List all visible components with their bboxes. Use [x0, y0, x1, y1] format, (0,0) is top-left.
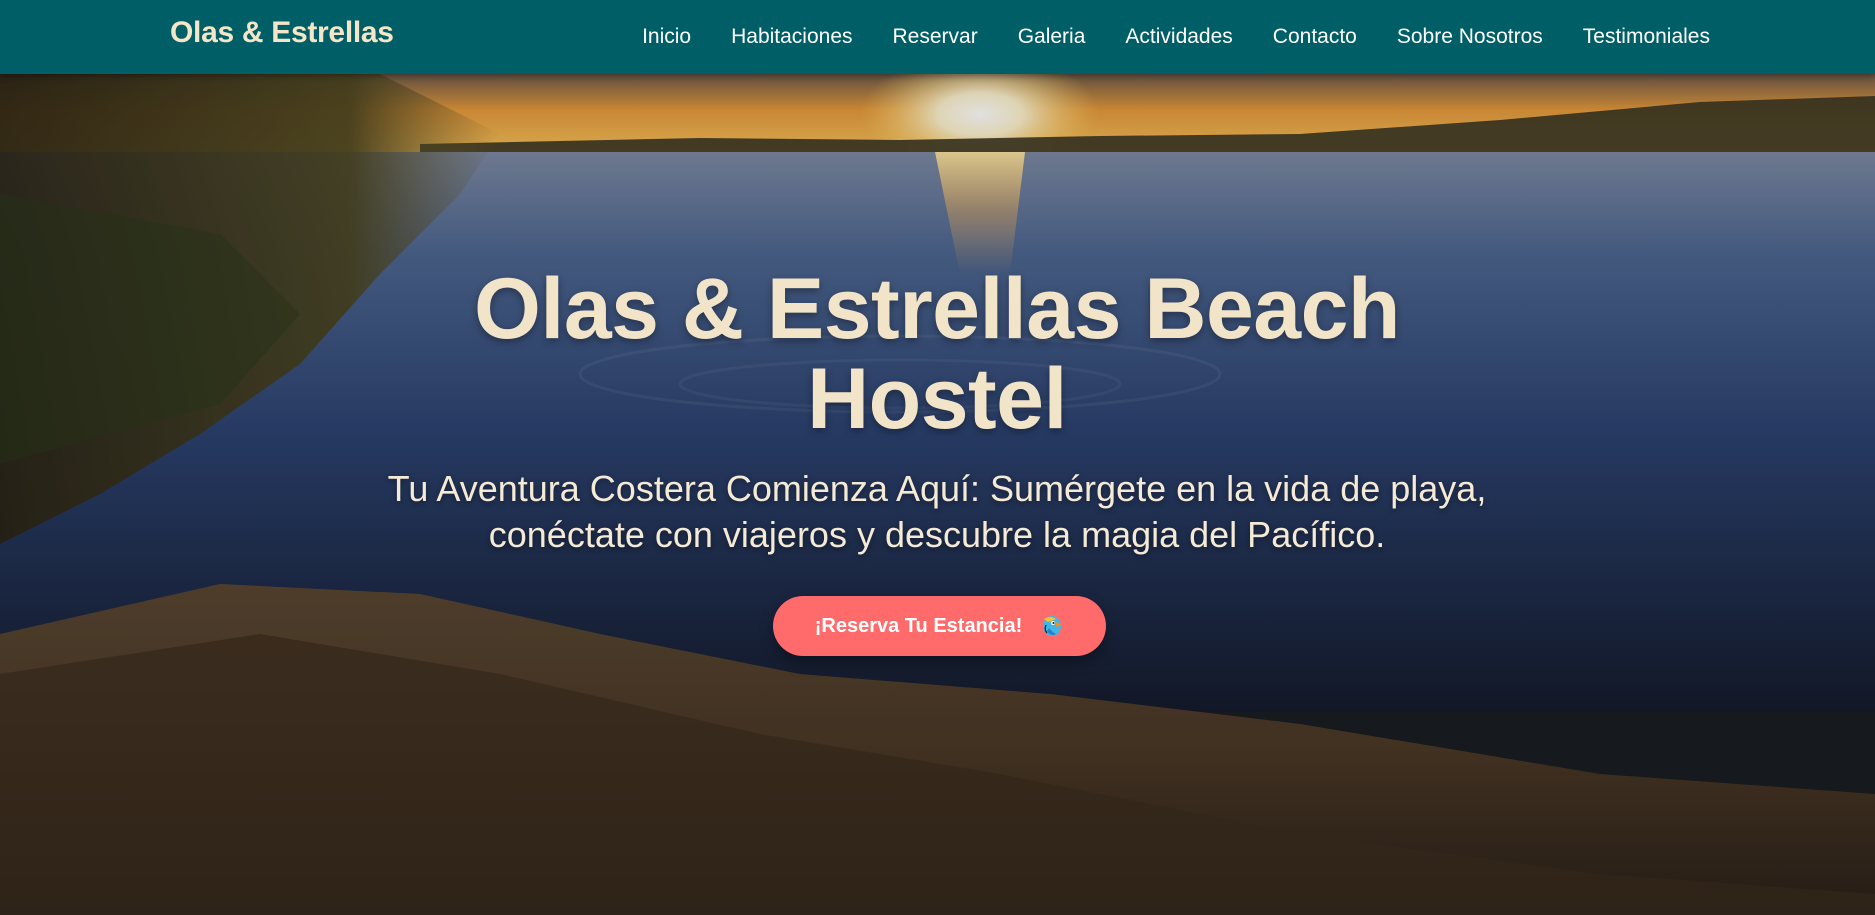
nav-item-contacto: Contacto	[1273, 25, 1357, 49]
nav-item-actividades: Actividades	[1125, 25, 1232, 49]
hero-subtitle: Tu Aventura Costera Comienza Aquí: Sumér…	[387, 468, 1487, 555]
nav-item-habitaciones: Habitaciones	[731, 25, 852, 49]
nav-item-sobre-nosotros: Sobre Nosotros	[1397, 25, 1543, 49]
nav-menu: Inicio Habitaciones Reservar Galeria Act…	[642, 0, 1710, 74]
nav-link-galeria[interactable]: Galeria	[1018, 25, 1086, 48]
nav-link-testimoniales[interactable]: Testimoniales	[1583, 25, 1710, 48]
nav-link-actividades[interactable]: Actividades	[1125, 25, 1232, 48]
nav-item-galeria: Galeria	[1018, 25, 1086, 49]
nav-link-reservar[interactable]: Reservar	[893, 25, 978, 48]
nav-item-testimoniales: Testimoniales	[1583, 25, 1710, 49]
hero-title: Olas & Estrellas Beach Hostel	[474, 261, 1400, 447]
brand-logo-link[interactable]: Olas & Estrellas	[170, 16, 394, 50]
nav-link-inicio[interactable]: Inicio	[642, 25, 691, 48]
nav-link-habitaciones[interactable]: Habitaciones	[731, 25, 852, 48]
nav-link-sobre-nosotros[interactable]: Sobre Nosotros	[1397, 25, 1543, 48]
hero-section: Olas & Estrellas Beach Hostel Tu Aventur…	[0, 74, 1875, 915]
nav-item-inicio: Inicio	[642, 25, 691, 49]
reserve-stay-label: ¡Reserva Tu Estancia!	[814, 614, 1023, 637]
navbar: Olas & Estrellas Inicio Habitaciones Res…	[0, 0, 1875, 74]
nav-link-contacto[interactable]: Contacto	[1273, 25, 1357, 48]
nav-item-reservar: Reservar	[893, 25, 978, 49]
parrot-icon	[1038, 613, 1064, 639]
reserve-stay-button[interactable]: ¡Reserva Tu Estancia!	[773, 596, 1106, 656]
